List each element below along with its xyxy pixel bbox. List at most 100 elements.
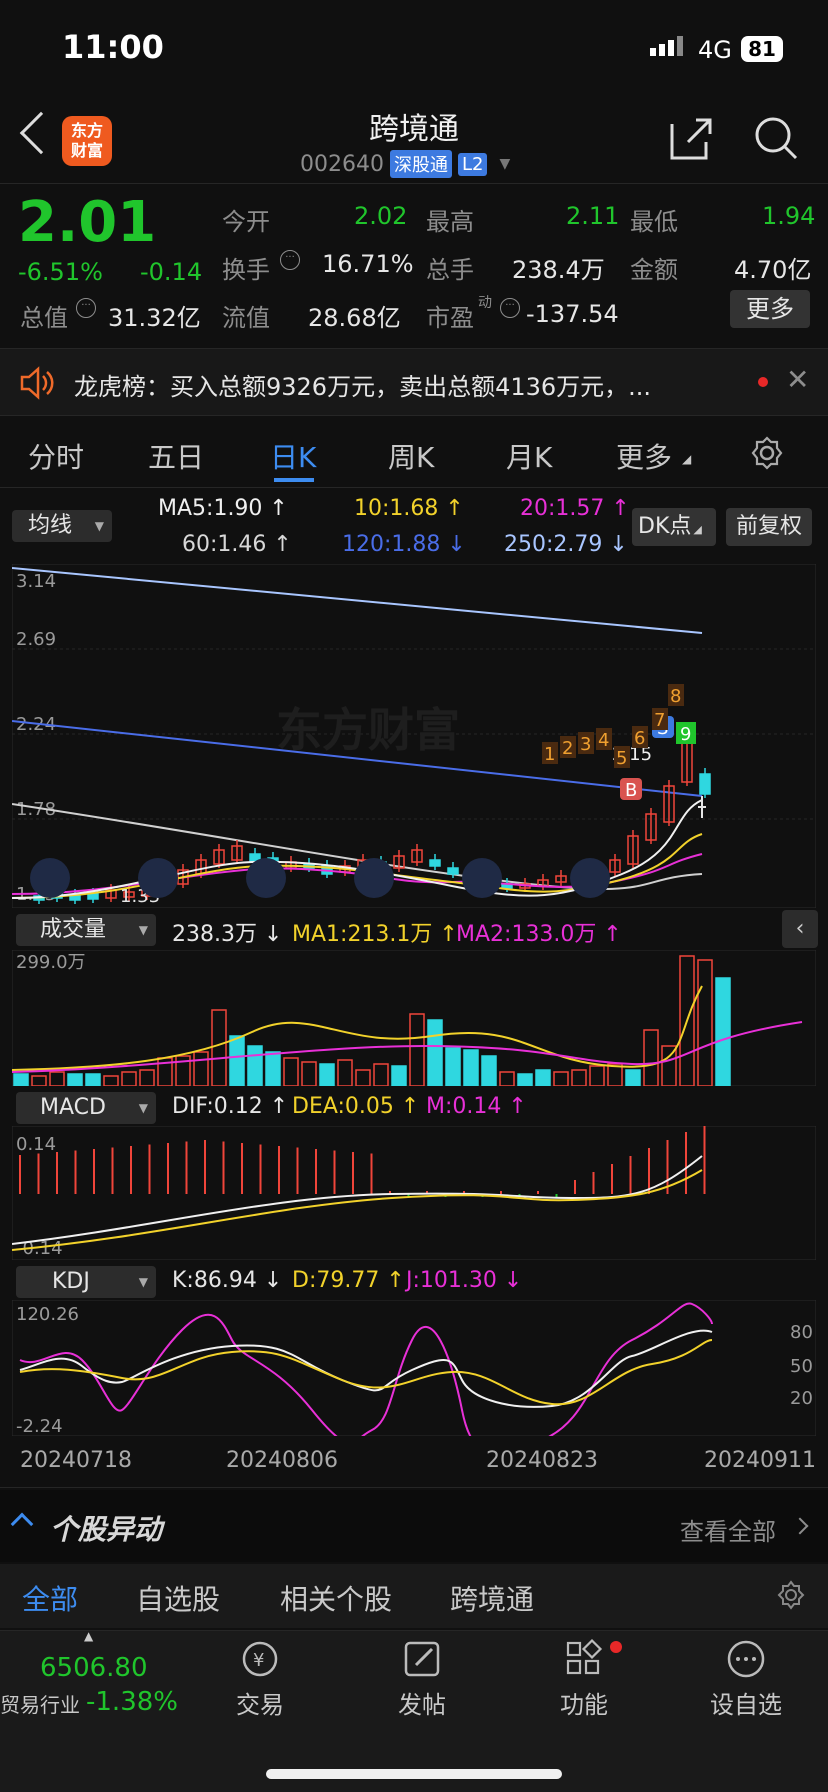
collapse-panel-icon[interactable]: ‹ xyxy=(782,910,818,948)
info-icon[interactable]: ··· xyxy=(280,250,300,270)
movers-header[interactable]: 个股异动 查看全部 xyxy=(0,1490,828,1562)
nine-signal[interactable]: 9 xyxy=(676,722,696,745)
nav-trade[interactable]: ¥ 交易 xyxy=(210,1637,310,1737)
tab-weekly-k[interactable]: 周K xyxy=(388,436,434,476)
volume-bar xyxy=(355,1069,371,1086)
volume-bar xyxy=(373,1063,389,1086)
sector-index-value[interactable]: 6506.80 xyxy=(40,1653,148,1683)
nav-function[interactable]: 功能 xyxy=(534,1637,634,1737)
volume-bar xyxy=(427,1019,443,1086)
kdj-level-20: 20 xyxy=(790,1388,813,1409)
dea-line xyxy=(12,1169,703,1251)
field-label-amount: 金额 xyxy=(630,256,678,284)
zoom-out-icon[interactable] xyxy=(138,858,178,898)
kline-chart[interactable]: 东方财富 3.14 2.69 2.24 1.78 1.33 1.33 2.15 … xyxy=(12,564,816,908)
volume-bar xyxy=(337,1059,353,1086)
tab-five-day[interactable]: 五日 xyxy=(148,436,204,476)
info-icon[interactable]: ··· xyxy=(500,298,520,318)
notice-bar[interactable]: 龙虎榜：买入总额9326万元，卖出总额4136万元，... ✕ xyxy=(0,348,828,416)
kdj-j: J:101.30 ↓ xyxy=(406,1268,523,1293)
macd-top-label: 0.14 xyxy=(16,1134,56,1155)
kdj-d: D:79.77 ↑ xyxy=(292,1268,405,1293)
volume-bar xyxy=(481,1055,497,1086)
sub-tab-all[interactable]: 全部 xyxy=(22,1578,78,1618)
scroll-left-icon[interactable] xyxy=(30,858,70,898)
info-icon[interactable]: ··· xyxy=(76,298,96,318)
dk-point-button[interactable]: DK点 ◢ xyxy=(632,508,716,546)
notification-dot xyxy=(610,1641,622,1653)
macd-legend: MACD ▼ DIF:0.12 ↑ DEA:0.05 ↑ M:0.14 ↑ xyxy=(0,1088,828,1126)
volume-bar xyxy=(193,1051,209,1086)
kdj-chart: 120.26 -2.24 80 50 20 xyxy=(12,1300,816,1436)
field-value-open: 2.02 xyxy=(354,202,408,230)
draw-icon[interactable] xyxy=(462,858,502,898)
field-value-float-value: 28.68亿 xyxy=(308,304,401,332)
scroll-right-icon[interactable] xyxy=(570,858,610,898)
macd-selector[interactable]: MACD ▼ xyxy=(16,1092,156,1124)
zoom-in-icon[interactable] xyxy=(246,858,286,898)
pan-icon[interactable] xyxy=(354,858,394,898)
volume-bar xyxy=(13,1073,29,1086)
volume-bar xyxy=(139,1069,155,1086)
volume-ma2: MA2:133.0万 ↑ xyxy=(456,922,622,947)
tab-monthly-k[interactable]: 月K xyxy=(506,436,552,476)
period-tabs: 分时 五日 日K 周K 月K 更多 ◢ xyxy=(0,418,828,488)
volume-bar xyxy=(553,1071,569,1086)
ma-selector[interactable]: 均线 ▼ xyxy=(12,510,112,542)
field-value-pe: -137.54 xyxy=(526,300,619,328)
volume-selector[interactable]: 成交量 ▼ xyxy=(16,914,156,946)
close-icon[interactable]: ✕ xyxy=(786,363,809,396)
volume-bar xyxy=(265,1051,281,1086)
date-axis: 20240718 20240806 20240823 20240911 xyxy=(0,1438,828,1488)
movers-title: 个股异动 xyxy=(50,1513,163,1546)
dk-point-label: DK点 xyxy=(638,514,692,539)
candle-body xyxy=(429,859,441,867)
k-line xyxy=(19,1329,713,1408)
sub-tab-stock[interactable]: 跨境通 xyxy=(450,1578,534,1618)
nav-add-watchlist[interactable]: 设自选 xyxy=(696,1637,796,1737)
buy-signal[interactable]: B xyxy=(620,778,642,801)
function-icon xyxy=(566,1638,603,1675)
quote-panel: 2.01 -6.51% -0.14 总值 ··· 31.32亿 今开 2.02 … xyxy=(0,186,828,346)
volume-bar xyxy=(571,1069,587,1086)
more-button[interactable]: 更多 xyxy=(730,290,810,328)
volume-bar xyxy=(301,1061,317,1086)
gear-icon[interactable] xyxy=(750,436,784,470)
nine-signal-label: 9 xyxy=(680,724,691,745)
sub-tab-related[interactable]: 相关个股 xyxy=(280,1578,392,1618)
chevron-up-icon[interactable] xyxy=(10,1512,34,1536)
battery-icon: 81 xyxy=(741,36,783,62)
macd-selector-label: MACD xyxy=(40,1095,106,1120)
chevron-right-icon xyxy=(791,1517,809,1535)
nav-post[interactable]: 发帖 xyxy=(372,1637,472,1737)
search-icon[interactable] xyxy=(752,114,800,162)
kdj-selector[interactable]: KDJ ▼ xyxy=(16,1266,156,1298)
chevron-down-icon[interactable]: ▼ xyxy=(499,156,510,172)
ma20-value: 20:1.57 ↑ xyxy=(520,496,630,521)
td-count-label: 5 xyxy=(616,748,627,769)
settings-icon[interactable] xyxy=(776,1580,806,1610)
volume-bar xyxy=(229,1035,245,1086)
volume-bar xyxy=(247,1045,263,1086)
volume-bar xyxy=(445,1047,461,1086)
adjust-button[interactable]: 前复权 xyxy=(726,508,812,546)
sub-tab-watchlist[interactable]: 自选股 xyxy=(136,1578,220,1618)
volume-bar xyxy=(643,1029,659,1086)
view-all-link[interactable]: 查看全部 xyxy=(680,1512,776,1547)
volume-bar xyxy=(103,1075,119,1086)
ma10-value: 10:1.68 ↑ xyxy=(354,496,464,521)
status-bar: 11:00 4G 81 xyxy=(0,0,828,100)
volume-chart: 299.0万 xyxy=(12,950,816,1086)
ma250-value: 250:2.79 ↓ xyxy=(504,532,628,557)
share-icon[interactable] xyxy=(668,116,714,162)
candle-body xyxy=(447,867,459,875)
ma250-line xyxy=(12,567,703,634)
tab-minute[interactable]: 分时 xyxy=(28,436,84,476)
tab-more[interactable]: 更多 xyxy=(616,436,672,476)
field-label-high: 最高 xyxy=(426,208,474,236)
field-value-turnover: 16.71% xyxy=(322,250,414,278)
sector-name[interactable]: 贸易行业 xyxy=(0,1689,80,1718)
tab-daily-k[interactable]: 日K xyxy=(270,436,316,476)
candle-body xyxy=(699,773,711,795)
kdj-level-50: 50 xyxy=(790,1356,813,1377)
